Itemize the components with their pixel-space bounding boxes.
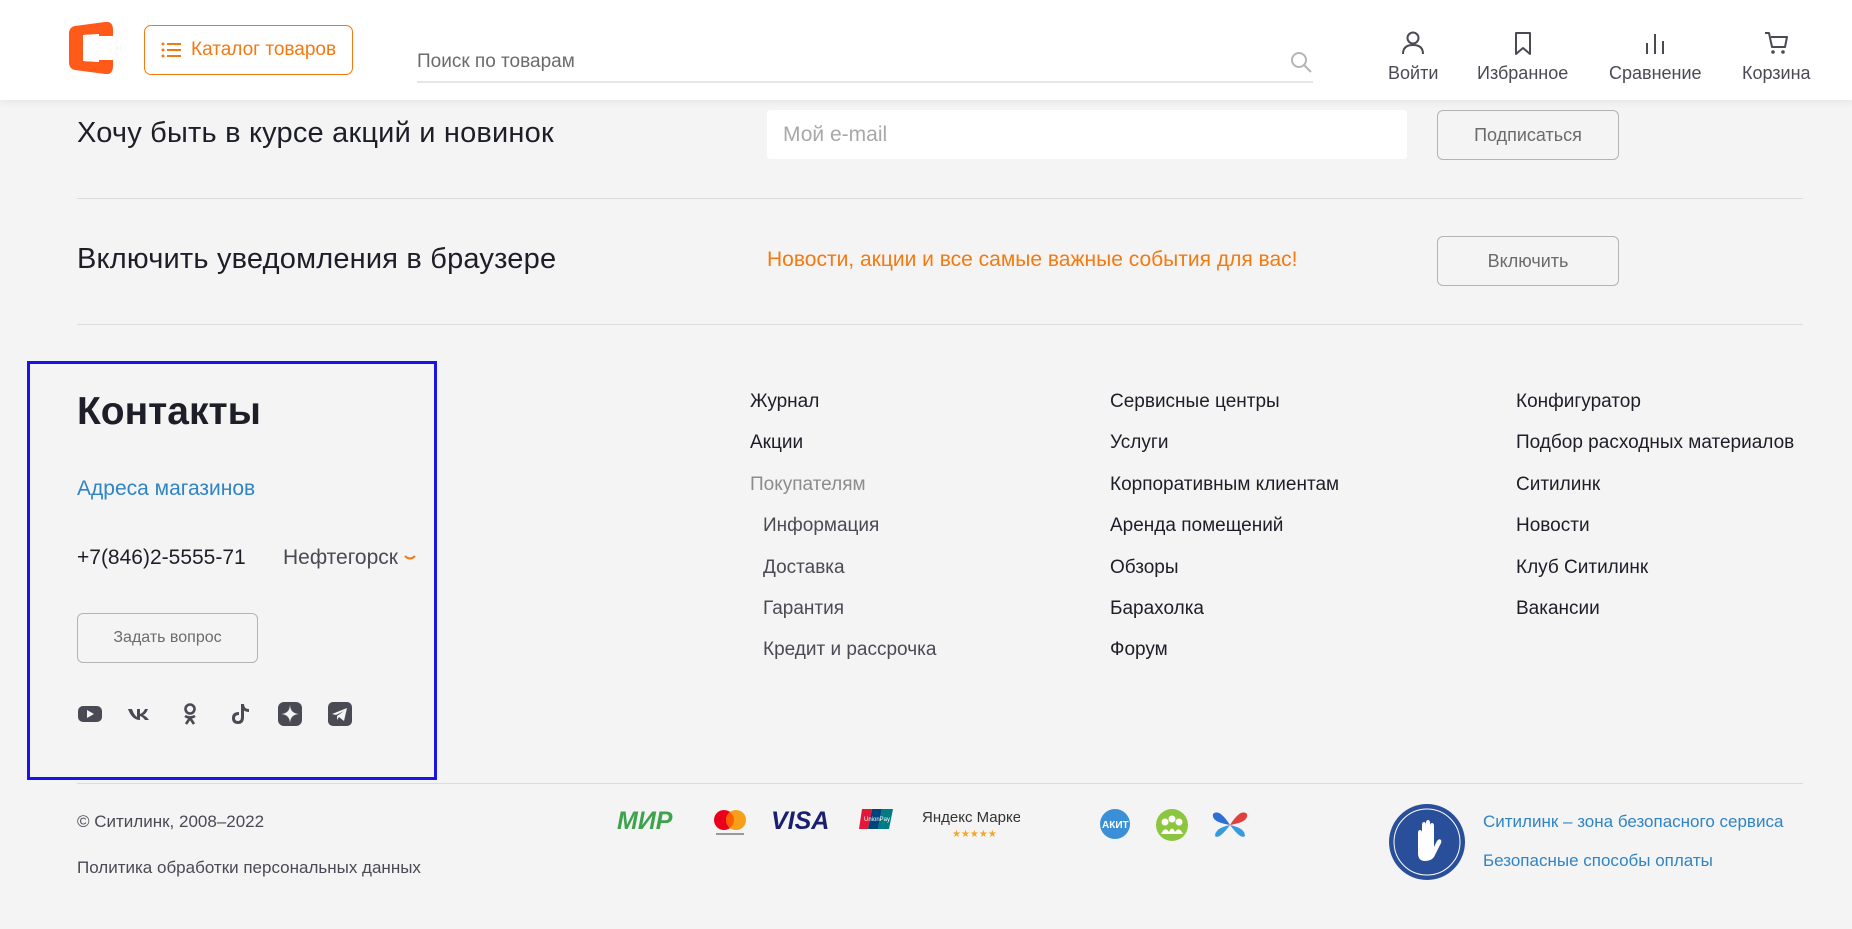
- chevron-down-icon: [404, 555, 416, 560]
- subscribe-title: Хочу быть в курсе акций и новинок: [77, 117, 554, 149]
- visa-logo-text: VISA: [771, 808, 829, 832]
- bookmark-icon: [1514, 32, 1531, 55]
- login-label: Войти: [1388, 63, 1439, 83]
- vk-icon[interactable]: [127, 702, 153, 726]
- akit-badge: АКИТ: [1100, 809, 1130, 839]
- catalog-label: Каталог товаров: [191, 39, 337, 60]
- user-icon: [1402, 31, 1425, 55]
- buyers-heading: Покупателям: [750, 473, 866, 495]
- footer-links-col-2: Сервисные центры Услуги Корпоративным кл…: [1110, 390, 1339, 680]
- mir-logo-text: МИР: [617, 808, 673, 832]
- link-reviews[interactable]: Обзоры: [1110, 556, 1339, 597]
- ok-icon[interactable]: [177, 702, 203, 726]
- zen-icon[interactable]: [277, 702, 303, 726]
- search-bar: [417, 42, 1313, 83]
- compare-icon: [1646, 34, 1665, 54]
- contacts-title: Контакты: [77, 390, 261, 433]
- yandex-market-logo: Яндекс Маркет ★★★★★: [922, 809, 1020, 840]
- visa-logo: VISA: [771, 808, 829, 832]
- telegram-icon[interactable]: [327, 702, 353, 726]
- unionpay-logo: UnionPay: [859, 809, 893, 829]
- link-consumables[interactable]: Подбор расходных материалов: [1516, 431, 1794, 472]
- link-credit[interactable]: Кредит и рассрочка: [750, 638, 936, 679]
- safe-service-badge: [1389, 804, 1465, 880]
- divider: [77, 783, 1803, 784]
- cart-nav[interactable]: Корзина: [1742, 30, 1811, 84]
- link-service-centers[interactable]: Сервисные центры: [1110, 390, 1339, 431]
- tiktok-icon[interactable]: [227, 702, 253, 726]
- svg-text:★★★★★: ★★★★★: [952, 829, 997, 840]
- phone-number[interactable]: +7(846)2-5555-71: [77, 546, 246, 570]
- mastercard-logo: [714, 810, 746, 835]
- copyright: © Ситилинк, 2008–2022: [77, 812, 265, 831]
- mir-logo: МИР: [617, 808, 673, 832]
- link-services[interactable]: Услуги: [1110, 431, 1339, 472]
- subscribe-button[interactable]: Подписаться: [1437, 110, 1619, 160]
- compare-nav[interactable]: Сравнение: [1609, 30, 1702, 84]
- divider: [77, 198, 1803, 199]
- link-warranty[interactable]: Гарантия: [750, 597, 936, 638]
- city-selector[interactable]: Нефтегорск: [283, 546, 416, 570]
- link-flea-market[interactable]: Барахолка: [1110, 597, 1339, 638]
- ask-question-button[interactable]: Задать вопрос: [77, 613, 258, 663]
- notifications-text: Новости, акции и все самые важные событи…: [767, 248, 1298, 271]
- privacy-policy-link[interactable]: Политика обработки персональных данных: [77, 858, 421, 878]
- store-addresses-link[interactable]: Адреса магазинов: [77, 477, 255, 501]
- link-citilink[interactable]: Ситилинк: [1516, 473, 1794, 514]
- header: Каталог товаров Войти Избранное Сравнени…: [0, 0, 1852, 100]
- login-nav[interactable]: Войти: [1388, 30, 1438, 84]
- svg-text:АКИТ: АКИТ: [1102, 820, 1129, 831]
- link-configurator[interactable]: Конфигуратор: [1516, 390, 1794, 431]
- link-forum[interactable]: Форум: [1110, 638, 1339, 679]
- search-input[interactable]: [417, 50, 1257, 73]
- link-journal[interactable]: Журнал: [750, 390, 936, 431]
- youtube-icon[interactable]: [77, 702, 103, 726]
- butterfly-badge: [1212, 812, 1248, 837]
- favorites-nav[interactable]: Избранное: [1477, 30, 1568, 84]
- link-news[interactable]: Новости: [1516, 514, 1794, 555]
- link-delivery[interactable]: Доставка: [750, 556, 936, 597]
- link-rent[interactable]: Аренда помещений: [1110, 514, 1339, 555]
- yandex-market-logo-text: Яндекс Маркет: [922, 809, 1020, 826]
- cart-label: Корзина: [1742, 63, 1811, 83]
- link-information[interactable]: Информация: [750, 514, 936, 555]
- safe-service-zone-link[interactable]: Ситилинк – зона безопасного сервиса: [1483, 812, 1783, 832]
- notifications-title: Включить уведомления в браузере: [77, 243, 557, 275]
- catalog-button[interactable]: Каталог товаров: [144, 25, 353, 75]
- link-vacancies[interactable]: Вакансии: [1516, 597, 1794, 638]
- search-icon[interactable]: [1289, 50, 1313, 74]
- safe-payment-methods-link[interactable]: Безопасные способы оплаты: [1483, 851, 1713, 871]
- link-promotions[interactable]: Акции: [750, 431, 936, 472]
- link-corporate[interactable]: Корпоративным клиентам: [1110, 473, 1339, 514]
- divider: [77, 324, 1803, 325]
- unionpay-logo-text: UnionPay: [864, 817, 890, 823]
- enable-notifications-button[interactable]: Включить: [1437, 236, 1619, 286]
- link-club[interactable]: Клуб Ситилинк: [1516, 556, 1794, 597]
- favorites-label: Избранное: [1477, 63, 1569, 83]
- cart-icon: [1765, 32, 1789, 54]
- footer-links-col-3: Конфигуратор Подбор расходных материалов…: [1516, 390, 1794, 638]
- list-icon: [161, 42, 181, 58]
- city-label: Нефтегорск: [283, 546, 398, 569]
- citilink-logo[interactable]: [69, 21, 115, 75]
- compare-label: Сравнение: [1609, 63, 1702, 83]
- email-input[interactable]: [767, 110, 1407, 159]
- partner-badge-green: [1156, 809, 1188, 841]
- footer-links-col-1: Журнал Акции Покупателям Информация Дост…: [750, 390, 936, 680]
